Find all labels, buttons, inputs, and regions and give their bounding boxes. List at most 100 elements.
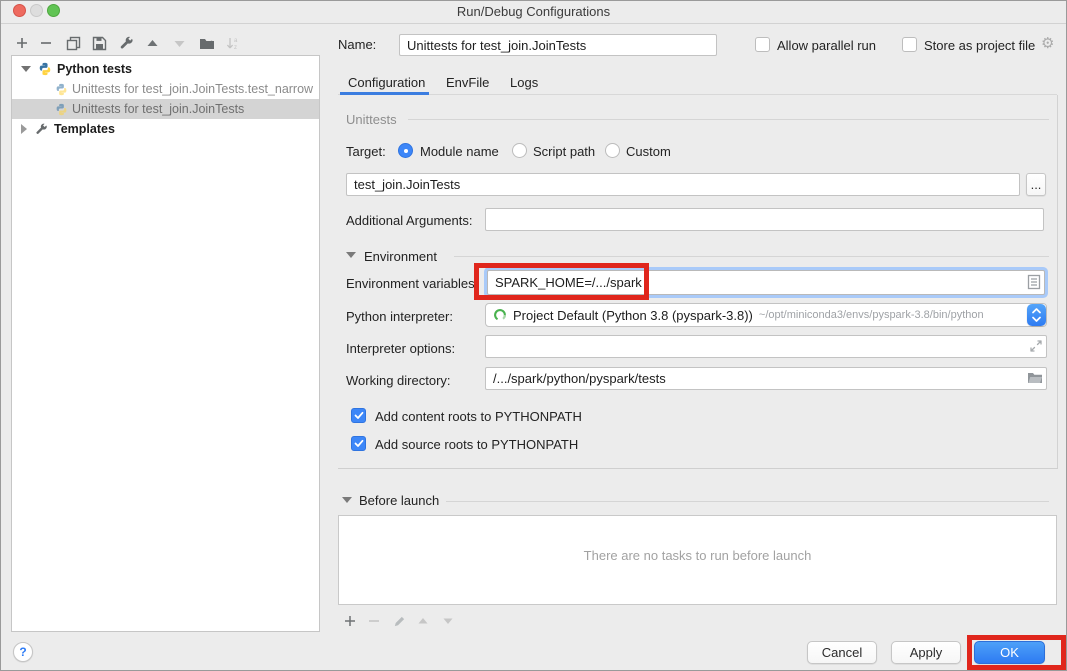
target-custom-radio[interactable] — [605, 143, 620, 158]
help-button[interactable]: ? — [13, 642, 33, 662]
target-module-value: test_join.JoinTests — [354, 177, 460, 192]
add-content-roots-label[interactable]: Add content roots to PYTHONPATH — [375, 409, 582, 424]
before-launch-empty-text: There are no tasks to run before launch — [339, 548, 1056, 563]
annotation-box-ok-button — [967, 635, 1066, 670]
content-right-border — [1057, 95, 1058, 468]
gear-icon[interactable]: ⚙ — [1041, 34, 1054, 52]
allow-parallel-run-label: Allow parallel run — [777, 38, 876, 53]
tree-item-label: Unittests for test_join.JoinTests.test_n… — [72, 82, 313, 96]
tab-logs[interactable]: Logs — [510, 70, 538, 94]
browse-label: ... — [1031, 177, 1042, 192]
working-directory-input[interactable]: /.../spark/python/pyspark/tests — [485, 367, 1047, 390]
environment-variables-label: Environment variables: — [346, 276, 478, 291]
working-directory-label: Working directory: — [346, 373, 451, 388]
name-value: Unittests for test_join.JoinTests — [407, 38, 586, 53]
wrench-icon — [35, 123, 48, 136]
svg-text:a: a — [234, 38, 238, 44]
before-launch-task-list: There are no tasks to run before launch — [338, 515, 1057, 605]
svg-text:z: z — [234, 45, 237, 51]
save-icon[interactable] — [90, 34, 108, 52]
store-as-project-file-checkbox[interactable] — [902, 37, 917, 52]
conda-env-icon — [493, 308, 507, 322]
add-source-roots-checkbox[interactable] — [351, 436, 366, 451]
browse-button[interactable]: ... — [1026, 173, 1046, 196]
allow-parallel-run-checkbox[interactable] — [755, 37, 770, 52]
tree-item-label: Templates — [54, 122, 115, 136]
before-launch-collapse-icon[interactable] — [342, 497, 352, 503]
environment-section-label[interactable]: Environment — [364, 249, 437, 264]
edit-templates-wrench-icon[interactable] — [117, 34, 135, 52]
target-script-path-radio[interactable] — [512, 143, 527, 158]
before-launch-move-down-icon — [439, 612, 457, 630]
additional-arguments-label: Additional Arguments: — [346, 213, 472, 228]
store-as-project-file-label: Store as project file — [924, 38, 1035, 53]
before-launch-add-icon[interactable] — [341, 612, 359, 630]
window-title: Run/Debug Configurations — [1, 4, 1066, 19]
cancel-button[interactable]: Cancel — [807, 641, 877, 664]
apply-label: Apply — [910, 645, 943, 660]
name-label: Name: — [338, 37, 376, 52]
unittests-section-divider — [408, 119, 1049, 120]
help-icon: ? — [19, 645, 26, 659]
tree-item-test-narrow[interactable]: Unittests for test_join.JoinTests.test_n… — [12, 79, 319, 99]
apply-button[interactable]: Apply — [891, 641, 961, 664]
python-icon-faded — [55, 103, 68, 116]
target-custom-label[interactable]: Custom — [626, 144, 671, 159]
tab-configuration[interactable]: Configuration — [348, 70, 425, 94]
sort-alphabetically-icon: az — [224, 34, 242, 52]
chevron-down-icon[interactable] — [21, 66, 31, 72]
before-launch-section-label[interactable]: Before launch — [359, 493, 439, 508]
interpreter-options-input[interactable] — [485, 335, 1047, 358]
run-debug-configurations-dialog: Run/Debug Configurations az Python tests — [0, 0, 1067, 671]
target-script-path-label[interactable]: Script path — [533, 144, 595, 159]
before-launch-divider — [446, 501, 1049, 502]
move-down-icon — [170, 34, 188, 52]
copy-icon[interactable] — [64, 34, 82, 52]
target-module-name-radio[interactable] — [398, 143, 413, 158]
expand-field-icon[interactable] — [1029, 339, 1043, 353]
target-label: Target: — [346, 144, 386, 159]
target-module-name-label[interactable]: Module name — [420, 144, 499, 159]
tree-item-python-tests[interactable]: Python tests — [12, 59, 319, 79]
interpreter-options-label: Interpreter options: — [346, 341, 455, 356]
working-directory-value: /.../spark/python/pyspark/tests — [493, 371, 666, 386]
name-input[interactable]: Unittests for test_join.JoinTests — [399, 34, 717, 56]
unittests-section-label: Unittests — [346, 112, 397, 127]
tab-envfile[interactable]: EnvFile — [446, 70, 489, 94]
edit-variables-icon[interactable] — [1027, 274, 1041, 290]
remove-icon[interactable] — [37, 34, 55, 52]
tree-item-label: Python tests — [57, 62, 132, 76]
title-bar: Run/Debug Configurations — [1, 1, 1066, 24]
chevron-right-icon[interactable] — [21, 124, 27, 134]
content-bottom-border — [338, 468, 1058, 469]
tree-item-jointests-selected[interactable]: Unittests for test_join.JoinTests — [12, 99, 319, 119]
add-source-roots-label[interactable]: Add source roots to PYTHONPATH — [375, 437, 578, 452]
annotation-box-env-variables — [474, 263, 649, 300]
before-launch-remove-icon — [365, 612, 383, 630]
configurations-tree: Python tests Unittests for test_join.Joi… — [11, 55, 320, 632]
python-icon — [38, 62, 52, 76]
interpreter-stepper[interactable] — [1027, 304, 1046, 326]
cancel-label: Cancel — [822, 645, 862, 660]
environment-collapse-icon[interactable] — [346, 252, 356, 258]
add-content-roots-checkbox[interactable] — [351, 408, 366, 423]
folder-icon[interactable] — [1027, 371, 1043, 385]
new-folder-icon[interactable] — [198, 34, 216, 52]
tree-item-templates[interactable]: Templates — [12, 119, 319, 139]
active-tab-underline — [340, 92, 429, 95]
python-interpreter-select[interactable]: Project Default (Python 3.8 (pyspark-3.8… — [485, 303, 1047, 327]
tab-label: Configuration — [348, 75, 425, 90]
environment-section-divider — [454, 256, 1049, 257]
target-module-input[interactable]: test_join.JoinTests — [346, 173, 1020, 196]
add-icon[interactable] — [13, 34, 31, 52]
python-interpreter-label: Python interpreter: — [346, 309, 453, 324]
tab-label: EnvFile — [446, 75, 489, 90]
tree-item-label: Unittests for test_join.JoinTests — [72, 102, 244, 116]
move-up-icon[interactable] — [143, 34, 161, 52]
tab-divider — [338, 94, 1057, 95]
before-launch-edit-icon — [390, 612, 408, 630]
python-interpreter-path: ~/opt/miniconda3/envs/pyspark-3.8/bin/py… — [759, 309, 984, 321]
python-interpreter-value: Project Default (Python 3.8 (pyspark-3.8… — [513, 308, 753, 323]
additional-arguments-input[interactable] — [485, 208, 1044, 231]
python-icon-faded — [55, 83, 68, 96]
